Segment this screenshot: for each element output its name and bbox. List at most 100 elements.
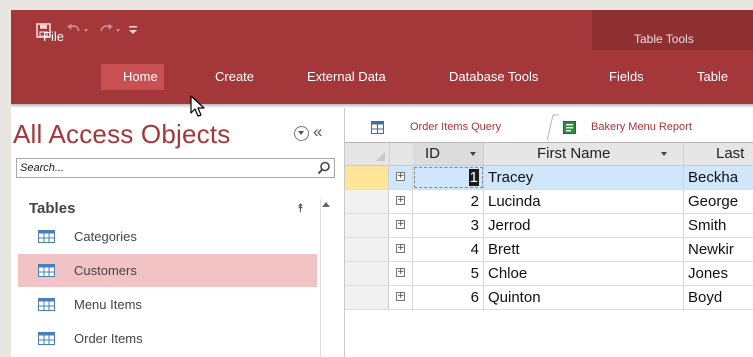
cell-id[interactable]: 2 <box>413 190 484 213</box>
cell-last-name[interactable]: Smith <box>684 214 753 237</box>
table-icon <box>38 230 55 243</box>
nav-scrollbar[interactable] <box>320 199 335 357</box>
cell-id[interactable]: 5 <box>413 262 484 285</box>
cell-last-name[interactable]: Beckha <box>684 166 753 189</box>
table-row[interactable]: +1 Tracey Beckha <box>345 166 753 190</box>
column-header-label: First Name <box>537 145 611 162</box>
tab-home[interactable]: Home <box>101 64 164 90</box>
table-icon <box>38 264 55 277</box>
nav-item-label: Customers <box>74 263 137 278</box>
nav-pane-menu-icon[interactable] <box>294 126 309 141</box>
column-header-row: ID First Name Last <box>345 143 753 166</box>
expand-icon[interactable]: + <box>396 292 405 301</box>
document-tabs: Order Items Query Bakery Menu Report <box>345 108 753 143</box>
column-dropdown-icon[interactable] <box>470 152 476 156</box>
table-row[interactable]: +5 Chloe Jones <box>345 262 753 286</box>
nav-item-label: Menu Items <box>74 297 142 312</box>
doc-tab-bakery-menu-report[interactable]: Bakery Menu Report <box>557 113 753 141</box>
record-selector[interactable] <box>345 190 389 213</box>
cell-first-name[interactable]: Jerrod <box>484 214 684 237</box>
record-selector[interactable] <box>345 286 389 309</box>
cell-value: 6 <box>470 289 479 306</box>
record-selector[interactable] <box>345 214 389 237</box>
query-icon <box>371 121 384 134</box>
record-selector[interactable] <box>345 262 389 285</box>
scroll-up-icon[interactable] <box>322 202 330 207</box>
cell-id[interactable]: 3 <box>413 214 484 237</box>
column-header-label: ID <box>425 145 440 162</box>
subdatasheet-expander[interactable]: + <box>391 262 413 285</box>
navigation-pane: All Access Objects « Tables ⯭ Categories… <box>11 108 345 357</box>
expand-icon[interactable]: + <box>396 244 405 253</box>
tab-fields[interactable]: Fields <box>609 64 644 90</box>
document-area: Order Items Query Bakery Menu Report ID … <box>345 108 753 357</box>
search-box <box>16 158 335 178</box>
tab-external-data[interactable]: External Data <box>307 64 386 90</box>
cell-id[interactable]: 1 <box>413 166 484 189</box>
expand-icon[interactable]: + <box>396 220 405 229</box>
column-dropdown-icon[interactable] <box>661 152 667 156</box>
subdatasheet-expander[interactable]: + <box>391 166 413 189</box>
column-header-last-name[interactable]: Last <box>684 143 753 165</box>
subdatasheet-expander[interactable]: + <box>391 238 413 261</box>
collapse-group-icon[interactable]: ⯭ <box>297 201 304 216</box>
cell-last-name[interactable]: Newkir <box>684 238 753 261</box>
expand-icon[interactable]: + <box>396 268 405 277</box>
datasheet: ID First Name Last +1 Tracey Beckha +2 Lucin… <box>345 143 753 357</box>
nav-pane-title[interactable]: All Access Objects <box>13 119 230 150</box>
cell-id[interactable]: 6 <box>413 286 484 309</box>
column-header-id[interactable]: ID <box>413 143 484 165</box>
column-header-label: Last <box>716 145 745 162</box>
cell-value: 4 <box>470 241 479 258</box>
column-header-first-name[interactable]: First Name <box>484 143 684 165</box>
select-all-corner[interactable] <box>345 143 390 165</box>
cell-first-name[interactable]: Quinton <box>484 286 684 309</box>
subdatasheet-expander[interactable]: + <box>391 214 413 237</box>
table-row[interactable]: +3 Jerrod Smith <box>345 214 753 238</box>
nav-item-order-items[interactable]: Order Items <box>18 322 317 355</box>
subdatasheet-expander[interactable]: + <box>391 286 413 309</box>
cell-last-name[interactable]: Jones <box>684 262 753 285</box>
tab-create[interactable]: Create <box>215 64 254 90</box>
table-row[interactable]: +2 Lucinda George <box>345 190 753 214</box>
report-icon <box>563 121 576 134</box>
record-selector[interactable] <box>345 166 389 189</box>
doc-tab-order-items-query[interactable]: Order Items Query <box>351 113 551 141</box>
nav-item-categories[interactable]: Categories <box>18 220 317 253</box>
cell-value: 3 <box>470 217 479 234</box>
doc-tab-label: Bakery Menu Report <box>591 121 692 133</box>
nav-item-label: Order Items <box>74 331 143 346</box>
tab-file[interactable]: File <box>29 24 78 50</box>
record-selector[interactable] <box>345 238 389 261</box>
nav-item-label: Categories <box>74 229 137 244</box>
subdatasheet-expander[interactable]: + <box>391 190 413 213</box>
redo-icon[interactable] <box>98 21 122 39</box>
cell-last-name[interactable]: Boyd <box>684 286 753 309</box>
table-row[interactable]: +6 Quinton Boyd <box>345 286 753 310</box>
nav-item-menu-items[interactable]: Menu Items <box>18 288 317 321</box>
cell-id[interactable]: 4 <box>413 238 484 261</box>
expand-icon[interactable]: + <box>396 196 405 205</box>
expand-icon[interactable]: + <box>396 172 405 181</box>
context-group-title: Table Tools <box>634 32 694 46</box>
doc-tab-label: Order Items Query <box>410 121 502 133</box>
cell-first-name[interactable]: Chloe <box>484 262 684 285</box>
mouse-pointer-icon <box>190 95 205 117</box>
table-row[interactable]: +4 Brett Newkir <box>345 238 753 262</box>
search-icon[interactable] <box>317 161 331 175</box>
tab-database-tools[interactable]: Database Tools <box>449 64 538 90</box>
group-header-tables[interactable]: Tables <box>29 200 75 217</box>
shutter-bar-close-icon[interactable]: « <box>313 122 322 142</box>
table-icon <box>38 332 55 345</box>
nav-item-customers[interactable]: Customers <box>18 254 317 287</box>
search-input[interactable] <box>17 159 313 177</box>
cell-first-name[interactable]: Brett <box>484 238 684 261</box>
nav-object-list: Tables ⯭ Categories Customers Menu Items… <box>11 180 344 357</box>
tab-table[interactable]: Table <box>697 64 728 90</box>
cell-last-name[interactable]: George <box>684 190 753 213</box>
cell-value: 5 <box>470 265 479 282</box>
cell-first-name[interactable]: Lucinda <box>484 190 684 213</box>
cell-first-name[interactable]: Tracey <box>484 166 684 189</box>
cell-value: 2 <box>470 193 479 210</box>
customize-icon[interactable] <box>128 21 138 39</box>
